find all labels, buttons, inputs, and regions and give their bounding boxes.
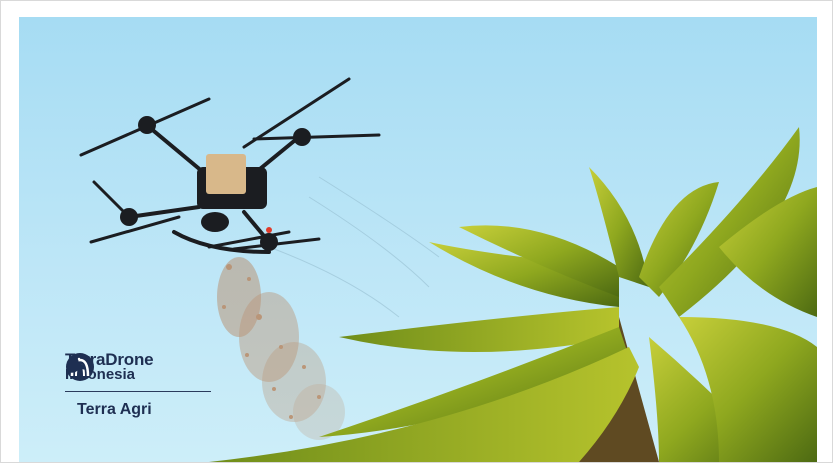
image-frame: TerraDrone Indonesia Terra Agri xyxy=(0,0,833,463)
drone-photo: TerraDrone Indonesia Terra Agri xyxy=(19,17,817,462)
brand-logos: TerraDrone Indonesia Terra Agri xyxy=(65,351,211,419)
motion-streaks xyxy=(268,176,440,318)
logo-divider xyxy=(65,391,211,392)
bird-leaf-icon xyxy=(68,356,86,373)
seed-spray xyxy=(217,257,345,440)
terra-agri-name: Terra Agri xyxy=(77,401,152,418)
agricultural-drone xyxy=(79,77,381,254)
terra-agri-logo: Terra Agri xyxy=(68,356,211,419)
